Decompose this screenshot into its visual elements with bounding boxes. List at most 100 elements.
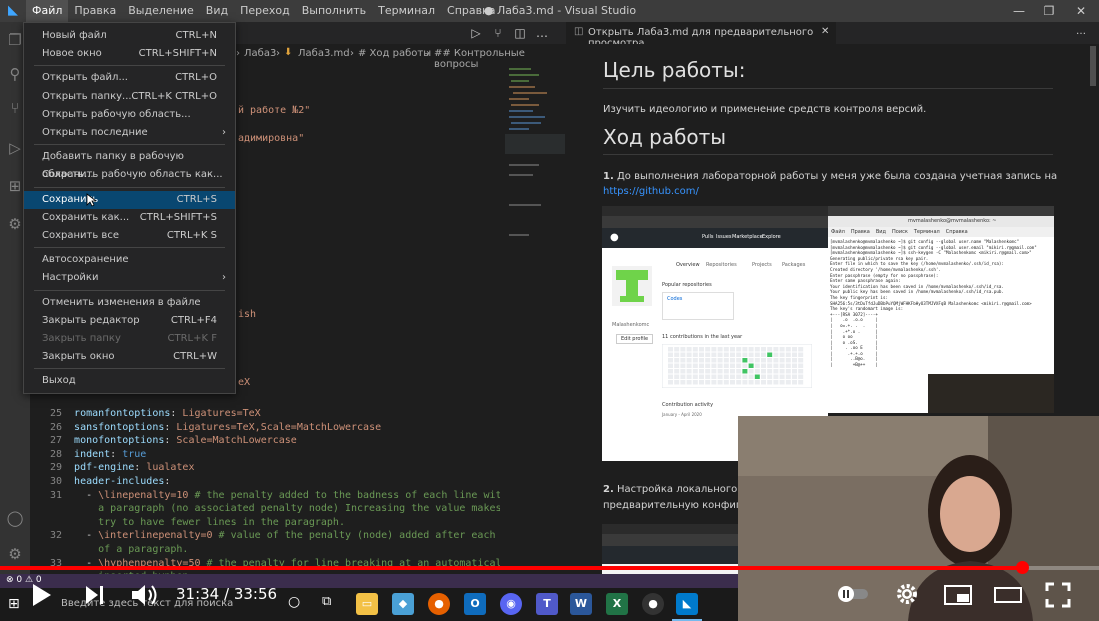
contribution-cell xyxy=(680,380,686,385)
contribution-cell xyxy=(785,358,791,363)
autoplay-toggle[interactable] xyxy=(836,585,870,603)
breadcrumb-folder[interactable]: Лаба3 xyxy=(244,48,276,59)
firefox-icon[interactable]: ● xyxy=(428,593,450,615)
extensions-icon[interactable]: ⊞ xyxy=(5,176,25,196)
split-editor-icon[interactable]: ◫ xyxy=(512,25,528,41)
minimize-icon[interactable]: — xyxy=(1004,0,1034,22)
minimap[interactable] xyxy=(505,64,565,354)
menu-item[interactable]: Автосохранение xyxy=(24,251,235,269)
menu-item[interactable]: Сохранить CTRL+S xyxy=(24,190,235,209)
contribution-cell xyxy=(785,369,791,374)
restore-icon[interactable]: ❐ xyxy=(1034,0,1064,22)
menu-item-label: Выход xyxy=(42,375,76,387)
remote-icon[interactable]: ⚙ xyxy=(5,214,25,234)
volume-icon[interactable] xyxy=(130,582,160,608)
menu-item[interactable]: Открыть файл... CTRL+O xyxy=(24,69,235,87)
settings-app-icon[interactable]: ◆ xyxy=(392,593,414,615)
run-debug-icon[interactable]: ▷ xyxy=(5,138,25,158)
contribution-cell xyxy=(692,347,698,352)
search-icon[interactable]: ⚲ xyxy=(5,64,25,84)
preview-scrollbar[interactable] xyxy=(1090,46,1096,86)
next-video-icon[interactable] xyxy=(84,584,106,606)
manage-gear-icon[interactable]: ⚙ xyxy=(5,544,25,564)
vscode-logo-icon: ◣ xyxy=(8,3,18,18)
menu-item[interactable]: Открыть папку... CTRL+K CTRL+O xyxy=(24,88,235,106)
menu-5[interactable]: Выполнить xyxy=(296,0,372,22)
cortana-icon[interactable]: ○ xyxy=(288,594,300,610)
menu-item[interactable]: Открыть последние › xyxy=(24,124,235,142)
excel-icon[interactable]: X xyxy=(606,593,628,615)
menu-item[interactable]: Закрыть окно CTRL+W xyxy=(24,348,235,366)
contribution-cell xyxy=(748,369,754,374)
fullscreen-icon[interactable] xyxy=(1045,582,1071,608)
close-tab-icon[interactable]: ✕ xyxy=(821,26,829,37)
menu-item[interactable]: Открыть рабочую область... xyxy=(24,106,235,124)
terminal-menu-item: Терминал xyxy=(913,229,940,235)
outlook-icon[interactable]: O xyxy=(464,593,486,615)
menu-6[interactable]: Терминал xyxy=(372,0,441,22)
video-scrubber-handle[interactable] xyxy=(1016,561,1030,574)
contribution-graph xyxy=(662,344,812,388)
source-control-icon[interactable]: ⑂ xyxy=(5,98,25,118)
menu-4[interactable]: Переход xyxy=(234,0,296,22)
menu-item[interactable]: Настройки › xyxy=(24,269,235,287)
obs-icon[interactable]: ● xyxy=(642,593,664,615)
settings-gear-icon[interactable] xyxy=(895,582,919,606)
code-line: a paragraph (no associated penalty node)… xyxy=(30,502,500,516)
menu-1[interactable]: Правка xyxy=(68,0,122,22)
contribution-cell xyxy=(748,358,754,363)
tab-preview[interactable]: ◫ Открыть Лаба3.md для предварительного … xyxy=(566,22,836,49)
contribution-cell xyxy=(779,363,785,368)
contribution-cell xyxy=(730,347,735,352)
contribution-cell xyxy=(754,369,760,374)
code-token: - xyxy=(74,530,99,542)
menu-item-label: Закрыть редактор xyxy=(42,314,140,326)
breadcrumb-heading[interactable]: # Ход работы xyxy=(358,48,431,59)
run-icon[interactable]: ▷ xyxy=(468,25,484,41)
menu-item[interactable]: Добавить папку в рабочую область... xyxy=(24,148,235,180)
line-number: 26 xyxy=(49,421,62,433)
teams-icon[interactable]: T xyxy=(536,593,558,615)
more-actions-icon[interactable]: … xyxy=(534,25,550,41)
file-explorer-icon[interactable]: ▭ xyxy=(356,593,378,615)
code-lines[interactable]: 25 romanfontoptions: Ligatures=TeX 26 san… xyxy=(30,388,500,574)
menu-2[interactable]: Выделение xyxy=(122,0,200,22)
menu-item[interactable]: Сохранить рабочую область как... xyxy=(24,166,235,184)
account-icon[interactable]: ◯ xyxy=(5,508,25,528)
menu-item[interactable]: Отменить изменения в файле xyxy=(24,294,235,312)
menu-0[interactable]: Файл xyxy=(26,0,69,22)
menu-item[interactable]: Закрыть редактор CTRL+F4 xyxy=(24,312,235,330)
menu-item[interactable]: Сохранить как... CTRL+SHIFT+S xyxy=(24,209,235,227)
menu-item[interactable]: Выход xyxy=(24,372,235,390)
miniplayer-icon[interactable] xyxy=(943,584,973,606)
contribution-cell xyxy=(686,369,692,374)
word-icon[interactable]: W xyxy=(570,593,592,615)
vscode-taskbar-icon[interactable]: ◣ xyxy=(676,593,698,615)
theater-mode-icon[interactable] xyxy=(993,584,1023,606)
play-icon[interactable] xyxy=(30,582,54,608)
menu-item[interactable]: Новое окно CTRL+SHIFT+N xyxy=(24,45,235,63)
github-header xyxy=(602,546,738,564)
contribution-cell xyxy=(730,380,735,385)
contribution-cell xyxy=(742,358,748,363)
terminal-titlebar: mvmalashenko@mvmalashenko: ~ xyxy=(828,216,1054,227)
menu-item[interactable]: Сохранить все CTRL+K S xyxy=(24,227,235,245)
menu-item[interactable]: Новый файл CTRL+N xyxy=(24,27,235,45)
task-view-icon[interactable]: ⧉ xyxy=(322,594,331,609)
discord-icon[interactable]: ◉ xyxy=(500,593,522,615)
close-window-icon[interactable]: ✕ xyxy=(1066,0,1096,22)
github-link[interactable]: https://github.com/ xyxy=(603,184,699,199)
github-header: ● Pulls Issues Marketplace Explore xyxy=(602,228,828,248)
open-changes-icon[interactable]: ⑂ xyxy=(490,25,506,41)
explorer-icon[interactable]: ❐ xyxy=(5,30,25,50)
contribution-cell xyxy=(680,352,686,357)
contribution-cell xyxy=(711,374,717,379)
contribution-cell xyxy=(674,347,680,352)
contribution-cell xyxy=(674,380,680,385)
windows-start-icon[interactable]: ⊞ xyxy=(8,596,20,612)
contribution-cell xyxy=(668,380,673,385)
contribution-cell xyxy=(711,363,717,368)
more-actions-icon[interactable]: … xyxy=(1076,26,1086,37)
menu-3[interactable]: Вид xyxy=(200,0,234,22)
breadcrumb-file[interactable]: Лаба3.md xyxy=(298,48,350,59)
